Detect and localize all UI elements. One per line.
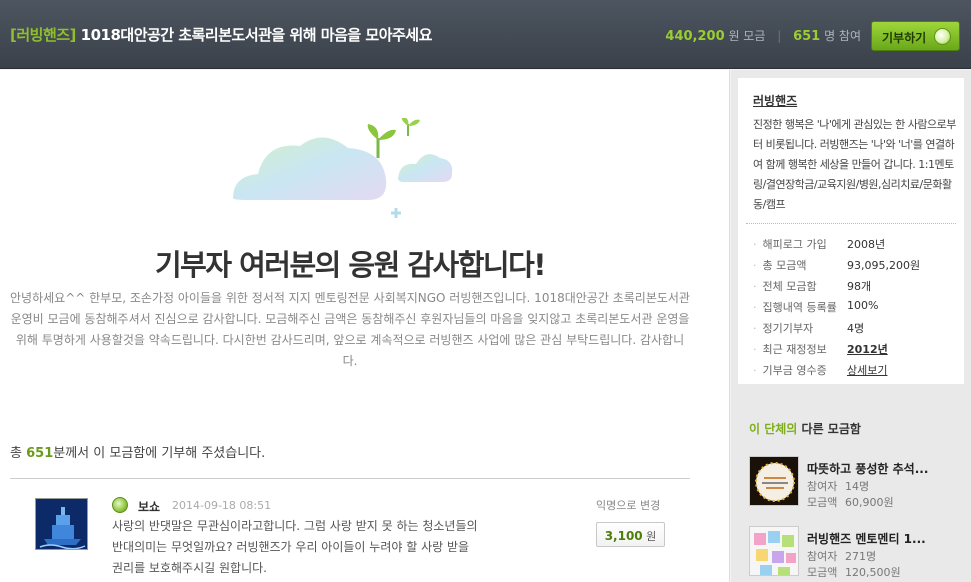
comment-text: 사랑의 반댓말은 무관심이라고합니다. 그럼 사랑 받지 못 하는 청소년들의 … bbox=[112, 519, 478, 575]
commenter-avatar[interactable] bbox=[35, 498, 88, 550]
comment-donation-amount: 3,100 원 bbox=[596, 522, 665, 547]
comment-date: 2014-09-18 08:51 bbox=[172, 499, 272, 512]
raised-amount-unit: 원 모금 bbox=[728, 29, 766, 43]
fund-amount: 모금액 60,900원 bbox=[807, 496, 894, 509]
participant-unit: 명 참여 bbox=[824, 29, 861, 43]
receipt-detail-link[interactable]: 상세보기 bbox=[847, 362, 887, 378]
sidebar: 러빙핸즈 진정한 행복은 '나'에게 관심있는 한 사람으로부터 비롯됩니다. … bbox=[731, 70, 971, 582]
fund-participants: 참여자 271명 bbox=[807, 550, 877, 563]
campaign-title: 1018대안공간 초록리본도서관을 위해 마음을 모아주세요 bbox=[80, 26, 433, 44]
fund-thumbnail[interactable] bbox=[749, 456, 799, 506]
thanks-headline: 기부자 여러분의 응원 감사합니다! bbox=[154, 248, 547, 282]
page-title: [러빙핸즈] 1018대안공간 초록리본도서관을 위해 마음을 모아주세요 bbox=[10, 24, 432, 45]
top-bar: [러빙핸즈] 1018대안공간 초록리본도서관을 위해 마음을 모아주세요 44… bbox=[0, 0, 971, 69]
donor-count-line: 총 651분께서 이 모금함에 기부해 주셨습니다. bbox=[10, 446, 266, 461]
main-content: 기부자 여러분의 응원 감사합니다! 안녕하세요^^ 한부모, 조손가정 아이들… bbox=[0, 70, 730, 582]
participant-count: 651 bbox=[793, 29, 821, 44]
fund-title[interactable]: 러빙핸즈 멘토멘티 1... bbox=[807, 530, 957, 547]
divider bbox=[10, 478, 690, 479]
fund-participants: 참여자 14명 bbox=[807, 480, 870, 493]
fund-thumbnail[interactable] bbox=[749, 526, 799, 576]
donate-button[interactable]: 기부하기 bbox=[871, 21, 960, 51]
other-funds-title: 이 단체의 다른 모금함 bbox=[749, 422, 861, 436]
org-description: 진정한 행복은 '나'에게 관심있는 한 사람으로부터 비롯됩니다. 러빙핸즈는… bbox=[753, 118, 956, 211]
campaign-intro: 안녕하세요^^ 한부모, 조손가정 아이들을 위한 정서적 지지 멘토링전문 사… bbox=[10, 291, 690, 368]
happybean-icon bbox=[112, 497, 128, 513]
raised-amount: 440,200 bbox=[665, 29, 725, 44]
fund-amount: 모금액 120,500원 bbox=[807, 566, 901, 579]
cloud-sprout-illustration bbox=[233, 118, 453, 218]
org-tag[interactable]: [러빙핸즈] bbox=[10, 26, 76, 44]
donate-circle-icon bbox=[934, 28, 951, 45]
commenter-name[interactable]: 보쇼 bbox=[138, 498, 160, 515]
org-name-link[interactable]: 러빙핸즈 bbox=[753, 92, 797, 109]
org-profile-card: 러빙핸즈 진정한 행복은 '나'에게 관심있는 한 사람으로부터 비롯됩니다. … bbox=[738, 78, 964, 384]
donor-count: 651 bbox=[26, 446, 54, 461]
anonymous-toggle-link[interactable]: 익명으로 변경 bbox=[596, 497, 660, 513]
finance-info-link[interactable]: 2012년 bbox=[847, 341, 888, 357]
profile-divider bbox=[746, 223, 956, 224]
campaign-stats: 440,200 원 모금 | 651 명 참여 bbox=[665, 29, 861, 44]
donate-button-label: 기부하기 bbox=[882, 31, 927, 45]
fund-title[interactable]: 따뜻하고 풍성한 추석... bbox=[807, 460, 957, 477]
